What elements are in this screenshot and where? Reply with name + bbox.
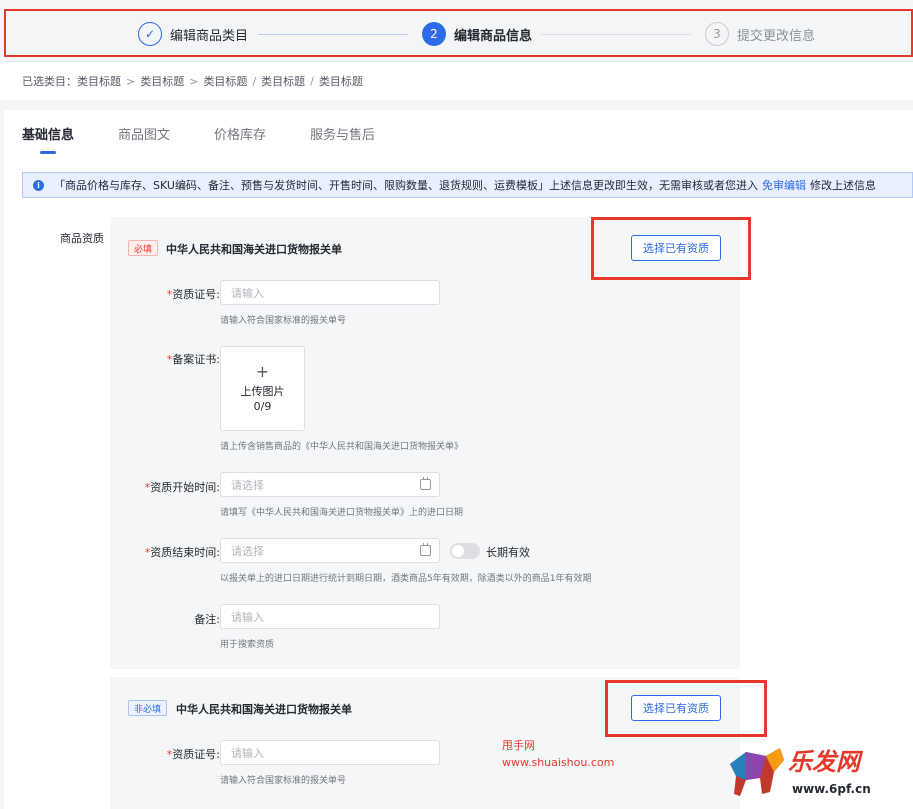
step-label: 提交更改信息 xyxy=(737,28,816,44)
step-submit[interactable]: 3 提交更改信息 xyxy=(705,21,815,47)
tab-service-aftersale[interactable]: 服务与售后 xyxy=(310,110,375,156)
remark-input[interactable]: 请输入 xyxy=(220,604,440,629)
required-tag: 必填 xyxy=(128,240,159,256)
watermark-line: 甩手网 xyxy=(502,739,535,752)
breadcrumb-item[interactable]: 类目标题 xyxy=(261,73,305,89)
plus-icon: + xyxy=(255,361,270,381)
panel-title: 中华人民共和国海关进口货物报关单 xyxy=(176,703,352,716)
step-label: 编辑商品类目 xyxy=(170,28,249,44)
breadcrumb-separator: / xyxy=(252,74,257,88)
end-time-label: *资质结束时间: xyxy=(144,546,220,559)
bull-icon xyxy=(730,748,784,796)
record-cert-hint: 请上传含销售商品的《中华人民共和国海关进口货物报关单》 xyxy=(220,442,464,452)
breadcrumb-separator: > xyxy=(189,74,199,88)
notice-suffix: 修改上述信息 xyxy=(809,179,876,192)
watermark-text: 甩手网 www.shuaishou.com xyxy=(502,737,614,771)
breadcrumb-item[interactable]: 类目标题 xyxy=(77,73,121,89)
breadcrumb-separator: / xyxy=(310,74,314,88)
stepper: ✓ 编辑商品类目 2 编辑商品信息 3 提交更改信息 xyxy=(0,0,913,62)
breadcrumb: 已选类目： 类目标题 > 类目标题 > 类目标题 / 类目标题 / 类目标题 xyxy=(0,62,913,100)
remark-label: 备注: xyxy=(194,613,220,626)
cert-no-hint: 请输入符合国家标准的报关单号 xyxy=(220,776,347,786)
free-review-edit-link[interactable]: 免审编辑 xyxy=(762,177,806,193)
main-content: 基础信息 商品图文 价格库存 服务与售后 i 「商品价格与库存、SKU编码、备注… xyxy=(4,110,913,809)
upload-image-button[interactable]: + 上传图片 0/9 xyxy=(220,346,305,431)
step-number: 3 xyxy=(705,22,729,46)
watermark-url: www.6pf.cn xyxy=(792,782,871,796)
tab-bar: 基础信息 商品图文 价格库存 服务与售后 xyxy=(4,110,913,156)
breadcrumb-item[interactable]: 类目标题 xyxy=(140,73,184,89)
panel-title: 中华人民共和国海关进口货物报关单 xyxy=(166,243,342,256)
watermark-logo: 乐发网 www.6pf.cn xyxy=(726,738,913,809)
breadcrumb-item[interactable]: 类目标题 xyxy=(319,73,363,89)
step-connector xyxy=(541,34,691,35)
annotation-box xyxy=(591,217,751,280)
upload-count: 0/9 xyxy=(253,399,272,413)
step-connector xyxy=(258,34,408,35)
section-label: 商品资质 xyxy=(60,232,104,245)
step-edit-info[interactable]: 2 编辑商品信息 xyxy=(422,21,532,47)
long-term-valid-label: 长期有效 xyxy=(486,546,530,559)
calendar-icon xyxy=(420,477,431,490)
check-icon: ✓ xyxy=(138,22,162,46)
calendar-icon xyxy=(420,543,431,556)
info-icon: i xyxy=(33,179,44,191)
tab-price-stock[interactable]: 价格库存 xyxy=(214,110,266,156)
watermark-line: www.shuaishou.com xyxy=(502,756,615,769)
step-label: 编辑商品信息 xyxy=(454,28,533,44)
start-time-picker[interactable]: 请选择 xyxy=(220,472,440,497)
end-time-picker[interactable]: 请选择 xyxy=(220,538,440,563)
start-time-label: *资质开始时间: xyxy=(144,481,220,494)
notice-text: 「商品价格与库存、SKU编码、备注、预售与发货时间、开售时间、限购数量、退货规则… xyxy=(54,179,758,192)
end-time-hint: 以报关单上的进口日期进行统计到期日期，酒类商品5年有效期，除酒类以外的商品1年有… xyxy=(220,574,592,584)
cert-no-input[interactable]: 请输入 xyxy=(220,740,440,765)
record-cert-label: *备案证书: xyxy=(166,353,220,366)
cert-no-hint: 请输入符合国家标准的报关单号 xyxy=(220,316,347,326)
optional-tag: 非必填 xyxy=(128,700,168,716)
watermark-brand: 乐发网 xyxy=(788,748,860,776)
breadcrumb-separator: > xyxy=(126,74,136,88)
upload-text: 上传图片 xyxy=(240,384,285,398)
step-number: 2 xyxy=(422,22,446,46)
start-time-hint: 请填写《中华人民共和国海关进口货物报关单》上的进口日期 xyxy=(220,508,464,518)
cert-no-label: *资质证号: xyxy=(166,288,220,301)
qualification-panel-required: 必填 中华人民共和国海关进口货物报关单 选择已有资质 *资质证号: 请输入 请输… xyxy=(110,217,740,669)
cert-no-input[interactable]: 请输入 xyxy=(220,280,440,305)
tab-basic-info[interactable]: 基础信息 xyxy=(22,110,74,156)
breadcrumb-prefix: 已选类目： xyxy=(22,75,77,88)
step-edit-category[interactable]: ✓ 编辑商品类目 xyxy=(138,21,248,47)
annotation-box xyxy=(605,680,767,737)
tab-product-images[interactable]: 商品图文 xyxy=(118,110,170,156)
breadcrumb-item[interactable]: 类目标题 xyxy=(203,73,247,89)
long-term-valid-switch[interactable] xyxy=(450,543,480,559)
notice-banner: i 「商品价格与库存、SKU编码、备注、预售与发货时间、开售时间、限购数量、退货… xyxy=(22,172,913,198)
remark-hint: 用于搜索资质 xyxy=(220,640,275,650)
cert-no-label: *资质证号: xyxy=(166,748,220,761)
